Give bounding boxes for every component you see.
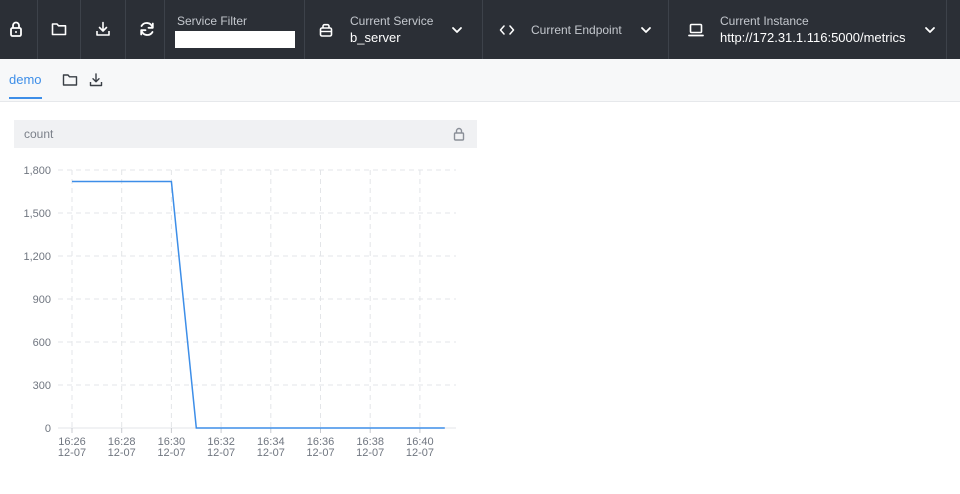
x-tick-date: 12-07	[306, 447, 334, 459]
toolbar-divider	[37, 0, 38, 59]
toolbar-divider	[946, 0, 947, 59]
x-tick-date: 12-07	[58, 447, 86, 459]
current-service-value: b_server	[350, 30, 401, 45]
x-tick-date: 12-07	[157, 447, 185, 459]
top-toolbar: Service Filter Current Service b_server …	[0, 0, 960, 59]
download-icon[interactable]	[92, 18, 114, 40]
x-tick-date: 12-07	[406, 447, 434, 459]
folder-icon[interactable]	[48, 18, 70, 40]
x-tick-label: 16:26	[58, 436, 86, 448]
count-series-line	[72, 180, 445, 429]
x-tick-date: 12-07	[207, 447, 235, 459]
chart-series	[72, 180, 445, 429]
x-tick-label: 16:38	[356, 436, 384, 448]
x-tick-date: 12-07	[356, 447, 384, 459]
x-tick-label: 16:40	[406, 436, 434, 448]
y-tick-label: 900	[33, 294, 51, 306]
x-axis-ticks: 16:2612-0716:2812-0716:3012-0716:3212-07…	[58, 428, 434, 459]
chart-panel-header: count	[14, 120, 477, 148]
y-tick-label: 1,200	[23, 251, 51, 263]
current-endpoint-selector[interactable]: Current Endpoint	[483, 0, 668, 59]
monitor-icon	[688, 23, 704, 37]
refresh-icon[interactable]	[136, 18, 158, 40]
service-icon	[319, 23, 333, 37]
x-tick-date: 12-07	[257, 447, 285, 459]
code-icon	[499, 23, 515, 37]
y-tick-label: 1,500	[23, 208, 51, 220]
chevron-down-icon	[923, 23, 937, 37]
y-tick-label: 600	[33, 337, 51, 349]
chart-grid	[58, 169, 456, 429]
y-tick-label: 300	[33, 380, 51, 392]
current-instance-label: Current Instance	[720, 14, 809, 28]
service-filter-input[interactable]	[175, 31, 295, 48]
chevron-down-icon	[450, 23, 464, 37]
toolbar-divider	[80, 0, 81, 59]
tab-demo[interactable]: demo	[9, 72, 42, 87]
x-tick-label: 16:28	[108, 436, 136, 448]
dashboard-tab-bar: demo	[0, 59, 960, 102]
download-icon[interactable]	[88, 72, 104, 88]
current-service-selector[interactable]: Current Service b_server	[305, 0, 482, 59]
current-service-label: Current Service	[350, 14, 434, 28]
x-tick-label: 16:32	[207, 436, 235, 448]
lock-icon[interactable]	[5, 18, 27, 40]
active-tab-indicator	[9, 97, 42, 99]
x-tick-label: 16:36	[307, 436, 335, 448]
current-endpoint-label: Current Endpoint	[531, 23, 622, 37]
y-tick-label: 1,800	[23, 165, 51, 177]
x-tick-label: 16:30	[158, 436, 186, 448]
x-tick-label: 16:34	[257, 436, 285, 448]
x-tick-date: 12-07	[108, 447, 136, 459]
panel-title: count	[24, 127, 54, 141]
folder-icon[interactable]	[62, 72, 78, 88]
chevron-down-icon	[639, 23, 653, 37]
toolbar-divider	[125, 0, 126, 59]
y-axis-ticks: 0 300 600 900 1,200 1,500 1,800	[23, 165, 51, 435]
toolbar-divider	[164, 0, 165, 59]
service-filter-label: Service Filter	[177, 14, 248, 28]
current-instance-selector[interactable]: Current Instance http://172.31.1.116:500…	[669, 0, 946, 59]
y-tick-label: 0	[45, 423, 51, 435]
current-instance-value: http://172.31.1.116:5000/metrics	[720, 30, 906, 45]
lock-icon[interactable]	[452, 127, 466, 141]
